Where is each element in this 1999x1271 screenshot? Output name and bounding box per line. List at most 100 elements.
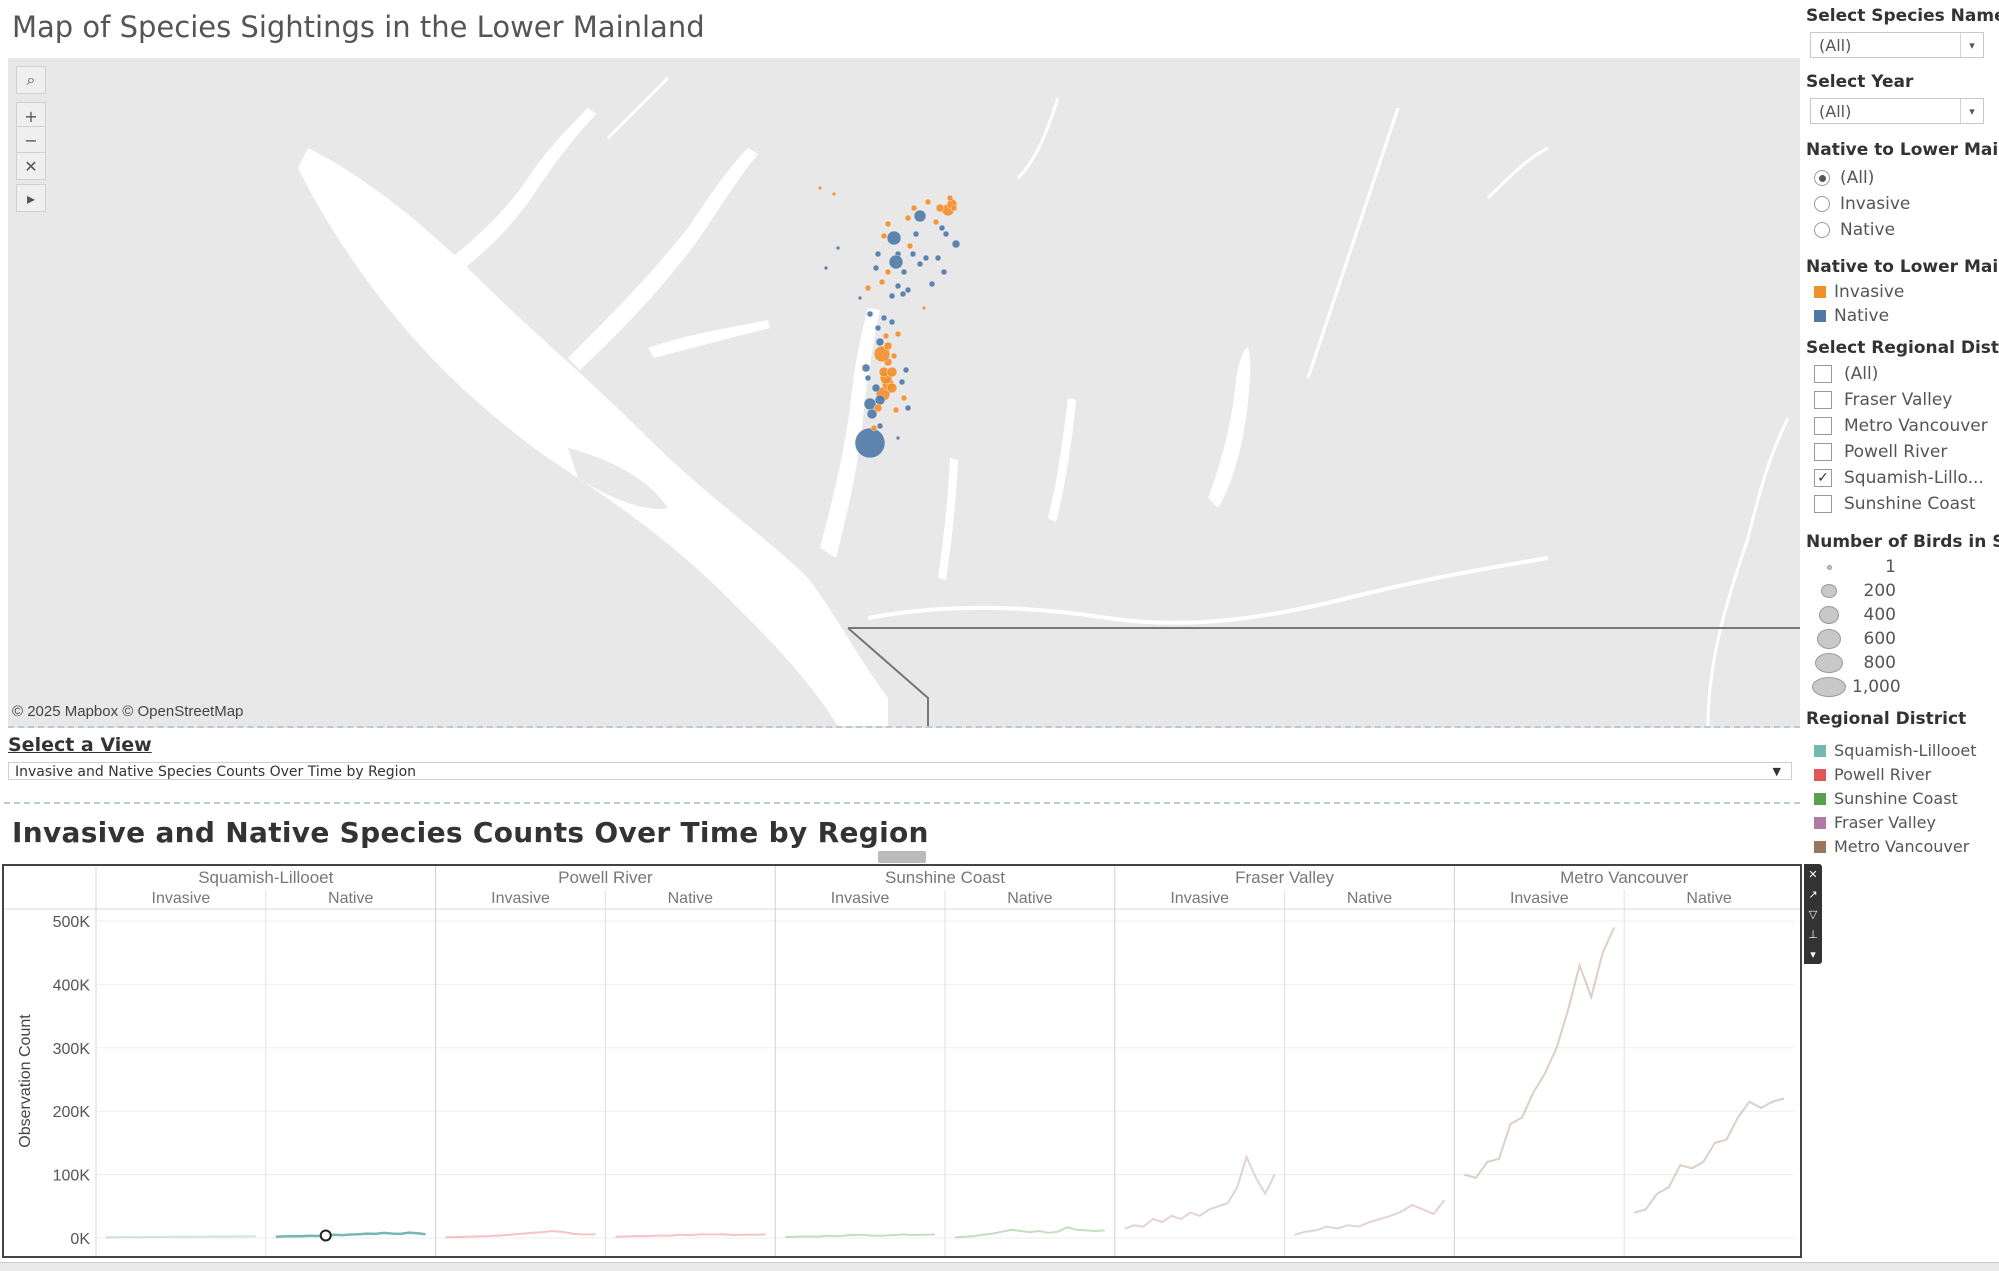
sighting-marker[interactable] — [872, 264, 880, 272]
sighting-marker[interactable] — [886, 382, 898, 394]
sighting-marker[interactable] — [904, 214, 912, 222]
sighting-marker[interactable] — [817, 185, 823, 191]
sighting-marker[interactable] — [904, 404, 912, 412]
sighting-marker[interactable] — [835, 245, 841, 251]
map-attribution[interactable]: © 2025 Mapbox © OpenStreetMap — [12, 703, 243, 720]
sighting-marker[interactable] — [884, 268, 892, 276]
radio-button[interactable] — [1814, 170, 1830, 186]
sighting-marker[interactable] — [942, 230, 950, 238]
open-external-icon[interactable]: ↗ — [1808, 888, 1817, 901]
sighting-marker[interactable] — [899, 290, 907, 298]
checkbox[interactable] — [1814, 365, 1832, 383]
region-checkbox-item[interactable]: Powell River — [1814, 442, 1947, 462]
legend-item-native[interactable]: Native — [1814, 306, 1889, 326]
sighting-marker[interactable] — [886, 230, 902, 246]
sighting-marker[interactable] — [890, 352, 898, 360]
sighting-marker[interactable] — [906, 242, 914, 250]
selected-point[interactable] — [319, 1229, 332, 1242]
filter-icon[interactable]: ▽ — [1809, 908, 1817, 921]
radio-option-all[interactable]: (All) — [1814, 168, 1874, 188]
series-line[interactable] — [1464, 926, 1616, 1179]
more-options-icon[interactable]: ▾ — [1810, 948, 1816, 961]
sighting-marker[interactable] — [898, 378, 906, 386]
district-legend-item[interactable]: Squamish-Lillooet — [1814, 741, 1976, 760]
sighting-marker[interactable] — [888, 292, 896, 300]
sighting-marker[interactable] — [873, 403, 883, 413]
sighting-marker[interactable] — [888, 318, 896, 326]
series-line[interactable] — [954, 1226, 1105, 1239]
sighting-marker[interactable] — [886, 366, 898, 378]
sighting-marker[interactable] — [857, 295, 863, 301]
checkbox[interactable] — [1814, 417, 1832, 435]
sighting-marker[interactable] — [866, 310, 874, 318]
radio-button[interactable] — [1814, 196, 1830, 212]
expand-toolbar-icon[interactable]: ▸ — [16, 184, 46, 212]
sighting-marker[interactable] — [880, 314, 888, 322]
map-canvas[interactable] — [8, 58, 1800, 726]
sighting-marker[interactable] — [823, 265, 829, 271]
sighting-marker[interactable] — [831, 191, 837, 197]
resize-handle[interactable] — [878, 851, 926, 863]
search-icon[interactable]: ⌕ — [16, 66, 46, 94]
series-line[interactable] — [785, 1233, 936, 1238]
sighting-marker[interactable] — [895, 435, 901, 441]
year-filter-dropdown[interactable]: (All) ▾ — [1810, 98, 1984, 124]
sighting-marker[interactable] — [875, 337, 885, 347]
sighting-marker[interactable] — [935, 203, 945, 213]
checkbox[interactable]: ✓ — [1814, 469, 1832, 487]
region-checkbox-item[interactable]: Metro Vancouver — [1814, 416, 1988, 436]
sighting-marker[interactable] — [884, 220, 892, 228]
sighting-marker[interactable] — [946, 194, 954, 202]
sighting-marker[interactable] — [938, 224, 946, 232]
sighting-marker[interactable] — [902, 366, 910, 374]
sighting-marker[interactable] — [892, 406, 900, 414]
radio-option-invasive[interactable]: Invasive — [1814, 194, 1910, 214]
view-select-dropdown[interactable]: Invasive and Native Species Counts Over … — [8, 762, 1792, 780]
sighting-marker[interactable] — [904, 286, 912, 294]
sighting-marker[interactable] — [874, 394, 886, 406]
sighting-marker[interactable] — [912, 230, 920, 238]
sighting-marker[interactable] — [932, 218, 940, 226]
region-checkbox-item[interactable]: ✓ Squamish-Lillo... — [1814, 468, 1984, 488]
series-line[interactable] — [445, 1229, 596, 1239]
district-legend-item[interactable]: Powell River — [1814, 765, 1931, 784]
sighting-marker[interactable] — [870, 424, 878, 432]
sighting-marker[interactable] — [894, 330, 902, 338]
sighting-marker[interactable] — [871, 383, 881, 393]
region-checkbox-item[interactable]: Sunshine Coast — [1814, 494, 1976, 514]
sighting-marker[interactable] — [883, 341, 893, 351]
sighting-marker[interactable] — [894, 282, 902, 290]
sighting-marker[interactable] — [876, 422, 884, 430]
pin-icon[interactable]: ⊥ — [1808, 928, 1818, 941]
radio-option-native[interactable]: Native — [1814, 220, 1895, 240]
checkbox[interactable] — [1814, 495, 1832, 513]
species-counts-chart[interactable]: 0K 100K 200K 300K 400K 500K Observation Count S… — [2, 864, 1802, 1258]
district-legend-item[interactable]: Fraser Valley — [1814, 813, 1936, 832]
series-line[interactable] — [1294, 1199, 1446, 1236]
zoom-out-icon[interactable]: − — [16, 126, 46, 154]
sighting-marker[interactable] — [951, 239, 961, 249]
sighting-marker[interactable] — [934, 254, 942, 262]
sighting-marker[interactable] — [874, 250, 882, 258]
sighting-marker[interactable] — [950, 204, 958, 212]
district-legend-item[interactable]: Metro Vancouver — [1814, 837, 1969, 856]
region-checkbox-item[interactable]: Fraser Valley — [1814, 390, 1952, 410]
checkbox[interactable] — [1814, 443, 1832, 461]
radio-button[interactable] — [1814, 222, 1830, 238]
sighting-marker[interactable] — [864, 284, 872, 292]
series-line[interactable] — [275, 1231, 426, 1238]
sighting-marker[interactable] — [874, 324, 882, 332]
sighting-marker[interactable] — [900, 394, 908, 402]
species-filter-dropdown[interactable]: (All) ▾ — [1810, 32, 1984, 58]
sighting-marker[interactable] — [909, 250, 917, 258]
series-line[interactable] — [615, 1233, 766, 1238]
sighting-marker[interactable] — [928, 280, 936, 288]
series-line[interactable] — [1124, 1153, 1276, 1230]
sighting-marker[interactable] — [900, 268, 908, 276]
sighting-marker[interactable] — [880, 232, 888, 240]
pin-map-icon[interactable]: ✕ — [16, 152, 46, 180]
series-line[interactable] — [105, 1235, 256, 1239]
sighting-marker[interactable] — [922, 254, 930, 262]
sighting-marker[interactable] — [910, 204, 918, 212]
legend-item-invasive[interactable]: Invasive — [1814, 282, 1904, 302]
